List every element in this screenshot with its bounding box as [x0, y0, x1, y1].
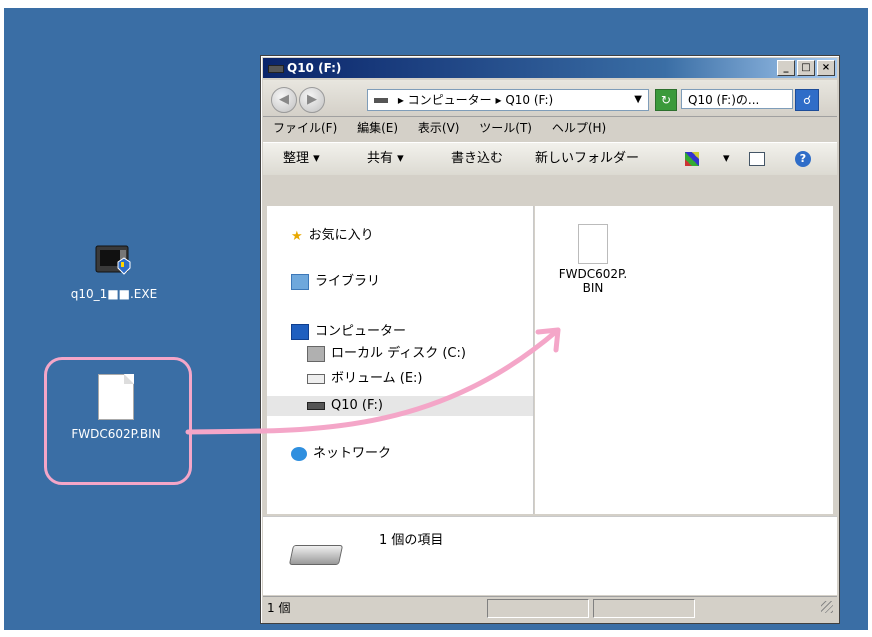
maximize-button[interactable]: □: [797, 60, 815, 76]
resize-grip[interactable]: [821, 601, 833, 613]
search-icon[interactable]: ☌: [795, 89, 819, 111]
help-icon[interactable]: ?: [795, 151, 811, 167]
navigation-pane: ★ お気に入り ライブラリ コンピューター ローカル ディスク (C:) ボリュー…: [267, 206, 534, 514]
nav-libraries[interactable]: ライブラリ: [291, 270, 380, 290]
details-pane: 1 個の項目: [263, 516, 837, 595]
nav-volume[interactable]: ボリューム (E:): [307, 367, 422, 386]
nav-computer[interactable]: コンピューター: [291, 320, 406, 340]
menu-bar: ファイル(F) 編集(E) 表示(V) ツール(T) ヘルプ(H): [263, 116, 837, 139]
file-name-line1: FWDC602P.: [558, 267, 628, 281]
nav-q10-label: Q10 (F:): [331, 398, 383, 413]
search-input[interactable]: Q10 (F:)の...: [681, 89, 793, 109]
organize-button[interactable]: 整理 ▾: [283, 143, 320, 175]
drive-icon: [307, 401, 325, 410]
file-icon: [578, 224, 608, 264]
chevron-down-icon[interactable]: ▼: [634, 90, 642, 110]
back-button[interactable]: ◀: [271, 87, 297, 113]
nav-local-disk-label: ローカル ディスク (C:): [331, 346, 466, 361]
nav-volume-label: ボリューム (E:): [331, 371, 423, 386]
nav-favorites[interactable]: ★ お気に入り: [291, 224, 374, 244]
menu-file[interactable]: ファイル(F): [273, 121, 337, 135]
desktop-icon-exe-label: q10_1■■.EXE: [70, 287, 158, 301]
view-dropdown[interactable]: ▾: [723, 143, 730, 175]
network-icon: [291, 446, 307, 461]
address-path[interactable]: ▸ コンピューター ▸ Q10 (F:) ▼: [367, 89, 649, 111]
nav-q10[interactable]: Q10 (F:): [307, 398, 383, 413]
menu-tools[interactable]: ツール(T): [479, 121, 532, 135]
nav-computer-label: コンピューター: [315, 324, 407, 339]
status-cell: [593, 599, 695, 618]
library-icon: [291, 273, 309, 290]
file-item[interactable]: FWDC602P. BIN: [553, 224, 633, 295]
status-cell: [487, 599, 589, 618]
file-list: FWDC602P. BIN: [535, 206, 833, 514]
forward-button[interactable]: ▶: [299, 87, 325, 113]
menu-view[interactable]: 表示(V): [418, 121, 460, 135]
hard-disk-icon: [307, 345, 325, 362]
item-count: 1 個の項目: [379, 533, 444, 548]
address-path-text: ▸ コンピューター ▸ Q10 (F:): [397, 93, 554, 107]
window-controls: _ □ ×: [777, 60, 835, 76]
file-name-line2: BIN: [582, 281, 604, 295]
window-title: Q10 (F:): [287, 61, 342, 75]
new-folder-button[interactable]: 新しいフォルダー: [535, 143, 639, 175]
command-bar: 整理 ▾ 共有 ▾ 書き込む 新しいフォルダー ▾ ?: [263, 142, 837, 175]
drive-icon: [268, 65, 284, 73]
menu-edit[interactable]: 編集(E): [357, 121, 398, 135]
close-button[interactable]: ×: [817, 60, 835, 76]
title-bar[interactable]: Q10 (F:) _ □ ×: [263, 58, 837, 78]
desktop: q10_1■■.EXE FWDC602P.BIN Q10 (F:) _ □ × …: [4, 8, 868, 630]
drive-icon: [374, 98, 388, 103]
nav-network-label: ネットワーク: [313, 446, 392, 461]
nav-local-disk[interactable]: ローカル ディスク (C:): [307, 342, 466, 362]
installer-exe-icon: [95, 245, 131, 275]
address-bar: ◀ ▶ ▸ コンピューター ▸ Q10 (F:) ▼ ↻ Q10 (F:)の..…: [263, 80, 837, 116]
source-file-highlight: [44, 357, 192, 485]
explorer-window: Q10 (F:) _ □ × ◀ ▶ ▸ コンピューター ▸ Q10 (F:) …: [260, 55, 840, 624]
share-button[interactable]: 共有 ▾: [367, 143, 404, 175]
star-icon: ★: [291, 228, 303, 244]
burn-button[interactable]: 書き込む: [451, 143, 503, 175]
status-text: 1 個: [267, 601, 291, 615]
desktop-icon-exe[interactable]: q10_1■■.EXE: [62, 240, 166, 301]
nav-favorites-label: お気に入り: [308, 228, 374, 243]
minimize-button[interactable]: _: [777, 60, 795, 76]
nav-libraries-label: ライブラリ: [315, 274, 381, 289]
computer-icon: [291, 323, 309, 340]
nav-network[interactable]: ネットワーク: [291, 442, 391, 461]
menu-help[interactable]: ヘルプ(H): [552, 121, 606, 135]
preview-pane-icon[interactable]: [749, 152, 765, 166]
removable-drive-icon: [307, 373, 325, 384]
refresh-button[interactable]: ↻: [655, 89, 677, 111]
view-options-icon[interactable]: [685, 152, 699, 166]
status-bar: 1 個: [263, 596, 837, 619]
drive-icon: [288, 545, 344, 565]
